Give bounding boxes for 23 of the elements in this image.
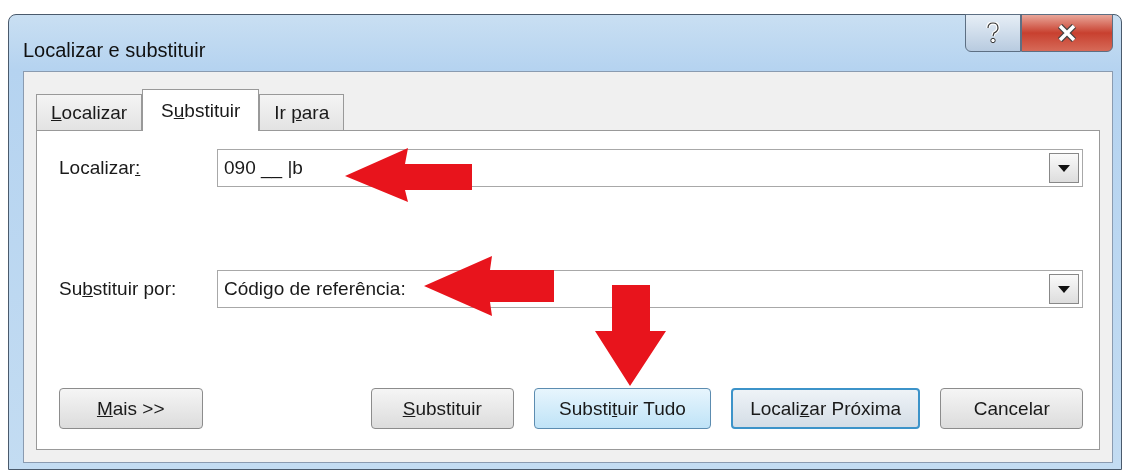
dialog-button[interactable]: Substituir bbox=[370, 388, 515, 429]
caret-icon bbox=[1058, 285, 1070, 293]
field-label: Substituir por: bbox=[59, 278, 178, 300]
field-label: Localizar: bbox=[59, 157, 142, 179]
tab[interactable]: Ir para bbox=[259, 94, 345, 130]
combo-box[interactable]: 090 __ |b bbox=[217, 149, 1083, 187]
close-icon bbox=[1057, 24, 1077, 42]
arrow-icon bbox=[595, 285, 666, 386]
dialog-button[interactable]: Mais >> bbox=[59, 388, 203, 429]
close-button[interactable] bbox=[1021, 14, 1113, 52]
dropdown-button[interactable] bbox=[1049, 153, 1079, 183]
arrow-icon bbox=[424, 256, 554, 316]
help-button[interactable] bbox=[965, 14, 1021, 52]
dropdown-button[interactable] bbox=[1049, 274, 1079, 304]
dialog-button[interactable]: Substituir Tudo bbox=[534, 388, 711, 429]
tab[interactable]: Localizar bbox=[36, 94, 143, 130]
caret-icon bbox=[1058, 164, 1070, 172]
help-icon bbox=[986, 22, 1000, 44]
arrow-icon bbox=[345, 148, 472, 202]
window-title: Localizar e substituir bbox=[23, 39, 207, 62]
dialog-button[interactable]: Cancelar bbox=[940, 388, 1083, 429]
dialog-button[interactable]: Localizar Próxima bbox=[730, 388, 921, 429]
tab[interactable]: Substituir bbox=[142, 89, 260, 131]
